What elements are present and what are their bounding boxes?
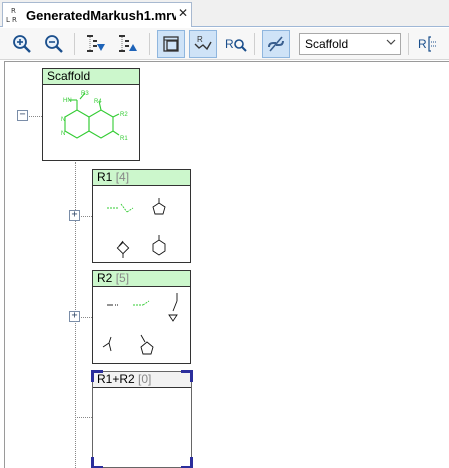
- link-toggle-button[interactable]: [262, 30, 290, 58]
- scaffold-card[interactable]: Scaffold R3 HN R4 R2 R1 N N: [42, 68, 140, 161]
- scaffold-structure: R3 HN R4 R2 R1 N N: [61, 91, 128, 142]
- r-group-settings-button[interactable]: R: [414, 30, 442, 58]
- svg-text:R: R: [197, 35, 203, 44]
- r-group-bracket-icon: R: [418, 36, 436, 52]
- r1-r2-count: [0]: [138, 372, 152, 386]
- atom-label-r1: R1: [120, 136, 128, 142]
- find-r-group-button[interactable]: R: [222, 30, 250, 58]
- r2-count: [5]: [115, 271, 130, 285]
- r1-label: R1: [97, 170, 113, 184]
- svg-text:R: R: [11, 7, 16, 15]
- tab-generated-markush[interactable]: R L R GeneratedMarkush1.mrv ✕: [2, 2, 192, 27]
- expand-all-icon: [87, 35, 105, 52]
- r2-card[interactable]: R2 [5]: [92, 270, 191, 364]
- atom-label-r3: R3: [81, 91, 89, 97]
- toolbar-separator: [408, 33, 409, 55]
- atom-label-n1: N: [61, 117, 65, 123]
- expand-r2-toggle[interactable]: +: [69, 311, 80, 322]
- markush-tree-view[interactable]: − + + Scaffold R3 HN R4 R2 R1 N N R1 [4]…: [4, 61, 449, 468]
- svg-text:R: R: [225, 37, 234, 51]
- scaffold-label: Scaffold: [47, 69, 91, 83]
- selection-handle[interactable]: [181, 370, 193, 382]
- r1-count: [4]: [115, 170, 130, 184]
- selection-handle[interactable]: [91, 457, 103, 468]
- document-tabstrip: R L R GeneratedMarkush1.mrv ✕: [0, 0, 449, 27]
- r2-fragments: [102, 293, 178, 355]
- scaffold-select[interactable]: Scaffold: [299, 33, 401, 55]
- r-search-icon: R: [225, 37, 247, 52]
- markush-document-icon: R L R: [6, 6, 22, 24]
- svg-text:L: L: [6, 16, 10, 24]
- selection-handle[interactable]: [91, 370, 103, 382]
- zoom-in-icon: [13, 35, 31, 53]
- zoom-in-button[interactable]: [8, 30, 36, 58]
- zoom-out-button[interactable]: [40, 30, 68, 58]
- selection-handle[interactable]: [181, 457, 193, 468]
- tree-connector: [75, 417, 92, 418]
- toolbar-separator: [74, 33, 75, 55]
- close-icon[interactable]: ✕: [178, 6, 188, 20]
- r1-fragments: [107, 198, 166, 258]
- scaffold-header: Scaffold: [43, 69, 139, 85]
- r1-r2-header: R1+R2 [0]: [93, 372, 191, 388]
- r-group-structure-icon: R: [194, 35, 212, 51]
- expand-all-button[interactable]: [82, 30, 110, 58]
- collapse-all-icon: [119, 35, 137, 52]
- chevron-down-icon: [386, 37, 396, 50]
- collapse-scaffold-toggle[interactable]: −: [17, 110, 28, 121]
- tab-title: GeneratedMarkush1.mrv: [26, 7, 176, 23]
- toolbar: R R Scaffold R: [0, 28, 449, 60]
- r2-label: R2: [97, 271, 113, 285]
- svg-text:R: R: [418, 37, 427, 51]
- atom-label-r2: R2: [120, 112, 128, 118]
- svg-text:R: R: [12, 16, 17, 24]
- layout-icon: [163, 36, 179, 52]
- toolbar-separator: [149, 33, 150, 55]
- r2-header: R2 [5]: [93, 271, 190, 287]
- collapse-all-button[interactable]: [114, 30, 142, 58]
- toolbar-separator: [254, 33, 255, 55]
- r1-r2-card[interactable]: R1+R2 [0]: [91, 370, 193, 468]
- layout-button[interactable]: [157, 30, 185, 58]
- unlink-icon: [268, 36, 284, 52]
- zoom-out-icon: [45, 35, 63, 53]
- r1-header: R1 [4]: [93, 170, 190, 186]
- r-group-layout-button[interactable]: R: [189, 30, 217, 58]
- atom-label-hn: HN: [63, 98, 72, 104]
- atom-label-r4: R4: [94, 99, 102, 105]
- r1-card[interactable]: R1 [4]: [92, 169, 191, 263]
- expand-r1-toggle[interactable]: +: [69, 210, 80, 221]
- atom-label-n2: N: [61, 131, 65, 137]
- scaffold-select-value: Scaffold: [305, 37, 349, 51]
